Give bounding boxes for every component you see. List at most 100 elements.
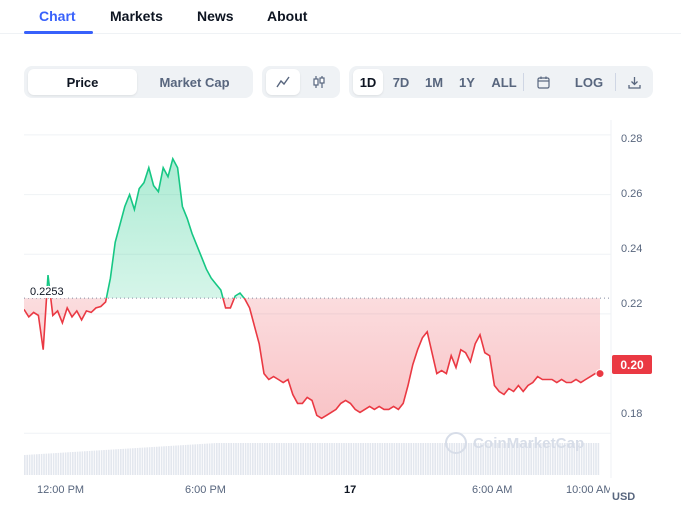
volume-bar <box>31 454 33 475</box>
volume-bar <box>91 450 93 475</box>
volume-bar <box>184 444 187 475</box>
volume-bar <box>436 443 439 475</box>
volume-bar <box>379 443 381 475</box>
volume-bar <box>340 443 343 475</box>
volume-bar <box>163 446 165 475</box>
x-tick-label: 6:00 PM <box>185 484 226 496</box>
volume-bar <box>43 453 45 475</box>
volume-bar <box>271 443 273 475</box>
volume-bar <box>69 452 72 475</box>
volume-bar <box>50 453 52 475</box>
volume-bar <box>177 445 180 475</box>
volume-bar <box>388 443 391 475</box>
volume-bar <box>391 443 393 475</box>
volume-bar <box>244 443 247 475</box>
volume-bar <box>124 448 127 475</box>
volume-bar <box>585 443 588 475</box>
volume-bar <box>225 443 228 475</box>
volume-bar <box>72 452 74 475</box>
volume-bar <box>187 444 189 475</box>
volume-bar <box>201 443 204 475</box>
volume-bar <box>100 450 103 475</box>
volume-bar <box>372 443 374 475</box>
volume-bar <box>326 443 328 475</box>
volume-bar <box>319 443 321 475</box>
volume-bar <box>364 443 367 475</box>
volume-bar <box>134 448 136 475</box>
volume-bar <box>62 452 64 475</box>
volume-bar <box>280 443 283 475</box>
volume-bar <box>288 443 290 475</box>
volume-bar <box>36 454 38 475</box>
volume-bar <box>122 448 124 475</box>
volume-bar <box>283 443 285 475</box>
volume-bar <box>259 443 261 475</box>
volume-bar <box>336 443 338 475</box>
volume-bar <box>405 443 408 475</box>
volume-bar <box>312 443 314 475</box>
volume-bar <box>304 443 307 475</box>
volume-bar <box>386 443 388 475</box>
volume-bar <box>153 446 156 475</box>
volume-bar <box>396 443 398 475</box>
open-price-label: 0.2253 <box>28 286 66 298</box>
volume-bar <box>254 443 256 475</box>
volume-bar <box>333 443 336 475</box>
volume-bar <box>64 452 67 475</box>
coinmarketcap-watermark: CoinMarketCap <box>445 432 584 454</box>
volume-bar <box>398 443 400 475</box>
volume-bar <box>357 443 360 475</box>
volume-bar <box>403 443 405 475</box>
x-tick-label: 6:00 AM <box>472 484 513 496</box>
volume-bar <box>316 443 319 475</box>
volume-bar <box>381 443 384 475</box>
volume-bar <box>38 454 40 475</box>
volume-bar <box>297 443 300 475</box>
volume-bar <box>168 446 170 475</box>
volume-bar <box>192 444 194 475</box>
volume-bar <box>84 451 86 475</box>
volume-bar <box>55 453 57 475</box>
volume-bar <box>57 452 60 475</box>
volume-bar <box>300 443 302 475</box>
volume-bar <box>242 443 244 475</box>
volume-bar <box>129 448 132 475</box>
volume-bar <box>218 443 220 475</box>
volume-bar <box>429 443 432 475</box>
volume-bar <box>213 443 216 475</box>
volume-bar <box>237 443 240 475</box>
volume-bar <box>350 443 352 475</box>
volume-bar <box>40 453 43 475</box>
volume-bar <box>295 443 297 475</box>
volume-bar <box>441 443 444 475</box>
volume-bar <box>182 445 184 475</box>
x-tick-label: 17 <box>344 484 357 496</box>
volume-bar <box>290 443 292 475</box>
y-tick-label: 0.26 <box>621 188 643 200</box>
volume-bar <box>345 443 348 475</box>
volume-bar <box>206 443 208 475</box>
volume-bar <box>223 443 225 475</box>
volume-bar <box>410 443 412 475</box>
volume-bar <box>79 451 81 475</box>
volume-bar <box>194 444 196 475</box>
coinmarketcap-logo-icon <box>445 432 467 454</box>
volume-bar <box>28 454 31 475</box>
volume-bar <box>204 443 206 475</box>
volume-bar <box>314 443 316 475</box>
volume-bar <box>105 449 108 475</box>
volume-bar <box>302 443 304 475</box>
volume-bar <box>230 443 232 475</box>
volume-bar <box>597 443 600 475</box>
volume-bar <box>292 443 295 475</box>
volume-bar <box>384 443 386 475</box>
volume-bar <box>45 453 48 475</box>
volume-bar <box>74 451 76 475</box>
volume-bar <box>240 443 242 475</box>
volume-bar <box>103 450 105 475</box>
volume-bar <box>115 449 117 475</box>
volume-bar <box>112 449 115 475</box>
y-tick-label: 0.18 <box>621 408 643 420</box>
volume-bar <box>273 443 276 475</box>
volume-bar <box>321 443 324 475</box>
